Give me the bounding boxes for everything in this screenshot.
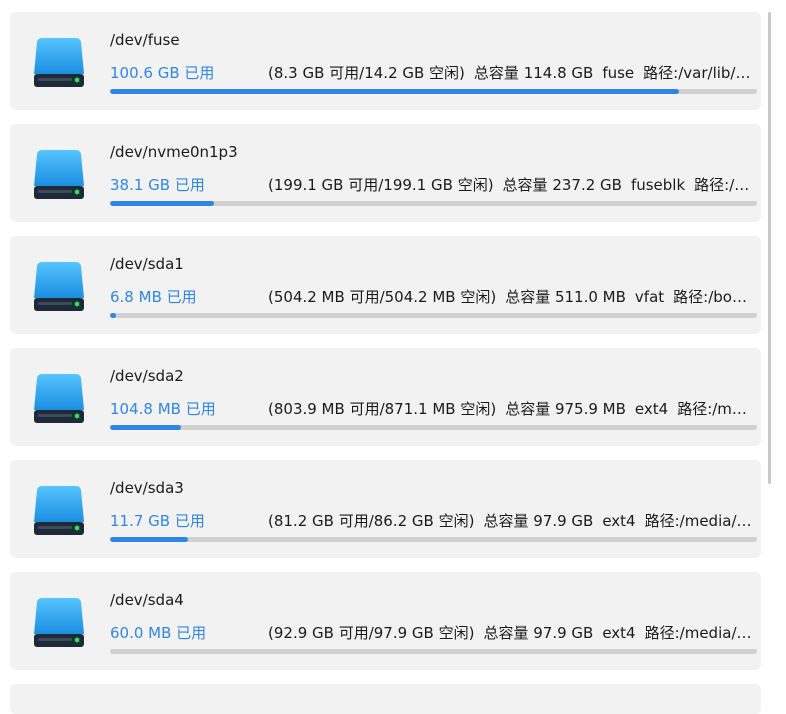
disk-total: 总容量 97.9 GB <box>483 624 594 642</box>
disk-total: 总容量 114.8 GB <box>473 64 594 82</box>
disk-used-label: 60.0 MB 已用 <box>110 624 207 642</box>
disk-path: 路径:/m… <box>694 176 752 194</box>
usage-bar <box>110 425 757 430</box>
disk-path: 路径:/media/k… <box>644 512 752 530</box>
disk-details: (803.9 MB 可用/871.1 MB 空闲) 总容量 975.9 MB ext… <box>268 398 752 419</box>
disk-card-partial[interactable] <box>10 684 761 714</box>
disk-available: (803.9 MB 可用/871.1 MB 空闲) <box>268 400 497 418</box>
disk-available: (199.1 GB 可用/199.1 GB 空闲) <box>268 176 494 194</box>
disk-path: 路径:/media/k… <box>644 624 752 642</box>
usage-bar-fill <box>110 313 117 318</box>
disk-filesystem: ext4 <box>634 400 669 418</box>
usage-bar <box>110 313 757 318</box>
usage-bar-fill <box>110 425 182 430</box>
disk-details: (81.2 GB 可用/86.2 GB 空闲) 总容量 97.9 GB ext4 路径… <box>268 510 752 531</box>
hard-drive-icon <box>34 150 84 199</box>
disk-available: (92.9 GB 可用/97.9 GB 空闲) <box>268 624 475 642</box>
disk-used-label: 100.6 GB 已用 <box>110 64 215 82</box>
disk-name: /dev/sda1 <box>110 255 184 273</box>
disk-used-label: 104.8 MB 已用 <box>110 400 216 418</box>
disk-filesystem: fuseblk <box>630 176 686 194</box>
usage-bar <box>110 649 757 654</box>
disk-name: /dev/sda4 <box>110 591 184 609</box>
hard-drive-icon <box>34 486 84 535</box>
disk-total: 总容量 511.0 MB <box>505 288 626 306</box>
disk-card-fuse[interactable]: /dev/fuse 100.6 GB 已用 (8.3 GB 可用/14.2 GB… <box>10 12 761 110</box>
disk-details: (8.3 GB 可用/14.2 GB 空闲) 总容量 114.8 GB fuse 路径… <box>268 62 752 83</box>
hard-drive-icon <box>34 262 84 311</box>
usage-bar-fill <box>110 89 680 94</box>
disk-name: /dev/sda3 <box>110 479 184 497</box>
disk-used-label: 11.7 GB 已用 <box>110 512 205 530</box>
disk-details: (199.1 GB 可用/199.1 GB 空闲) 总容量 237.2 GB fus… <box>268 174 752 195</box>
usage-bar <box>110 537 757 542</box>
hard-drive-icon <box>34 598 84 647</box>
disk-details: (504.2 MB 可用/504.2 MB 空闲) 总容量 511.0 MB vfa… <box>268 286 752 307</box>
disk-card-nvme0n1p3[interactable]: /dev/nvme0n1p3 38.1 GB 已用 (199.1 GB 可用/1… <box>10 124 761 222</box>
disk-name: /dev/sda2 <box>110 367 184 385</box>
vertical-scrollbar[interactable] <box>768 12 771 484</box>
disk-filesystem: ext4 <box>602 624 636 642</box>
hard-drive-icon <box>34 38 84 87</box>
disk-total: 总容量 975.9 MB <box>505 400 626 418</box>
disk-filesystem: fuse <box>602 64 635 82</box>
disk-path: 路径:/med… <box>677 400 752 418</box>
disk-filesystem: vfat <box>634 288 665 306</box>
disk-used-label: 6.8 MB 已用 <box>110 288 197 306</box>
disk-filesystem: ext4 <box>602 512 636 530</box>
disk-available: (504.2 MB 可用/504.2 MB 空闲) <box>268 288 497 306</box>
disk-total: 总容量 237.2 GB <box>502 176 622 194</box>
disk-card-sda1[interactable]: /dev/sda1 6.8 MB 已用 (504.2 MB 可用/504.2 M… <box>10 236 761 334</box>
disk-total: 总容量 97.9 GB <box>483 512 594 530</box>
disk-available: (8.3 GB 可用/14.2 GB 空闲) <box>268 64 465 82</box>
disk-available: (81.2 GB 可用/86.2 GB 空闲) <box>268 512 475 530</box>
disk-used-label: 38.1 GB 已用 <box>110 176 205 194</box>
disk-path: 路径:/boot… <box>673 288 752 306</box>
disk-details: (92.9 GB 可用/97.9 GB 空闲) 总容量 97.9 GB ext4 路径… <box>268 622 752 643</box>
hard-drive-icon <box>34 374 84 423</box>
usage-bar <box>110 201 757 206</box>
disk-path: 路径:/var/lib/k… <box>643 64 752 82</box>
disk-card-sda4[interactable]: /dev/sda4 60.0 MB 已用 (92.9 GB 可用/97.9 GB… <box>10 572 761 670</box>
disk-card-sda3[interactable]: /dev/sda3 11.7 GB 已用 (81.2 GB 可用/86.2 GB… <box>10 460 761 558</box>
disk-name: /dev/fuse <box>110 31 180 49</box>
usage-bar-fill <box>110 537 188 542</box>
usage-bar <box>110 89 757 94</box>
disk-card-sda2[interactable]: /dev/sda2 104.8 MB 已用 (803.9 MB 可用/871.1… <box>10 348 761 446</box>
usage-bar-fill <box>110 201 214 206</box>
disk-name: /dev/nvme0n1p3 <box>110 143 238 161</box>
disk-list: /dev/fuse 100.6 GB 已用 (8.3 GB 可用/14.2 GB… <box>10 12 761 714</box>
